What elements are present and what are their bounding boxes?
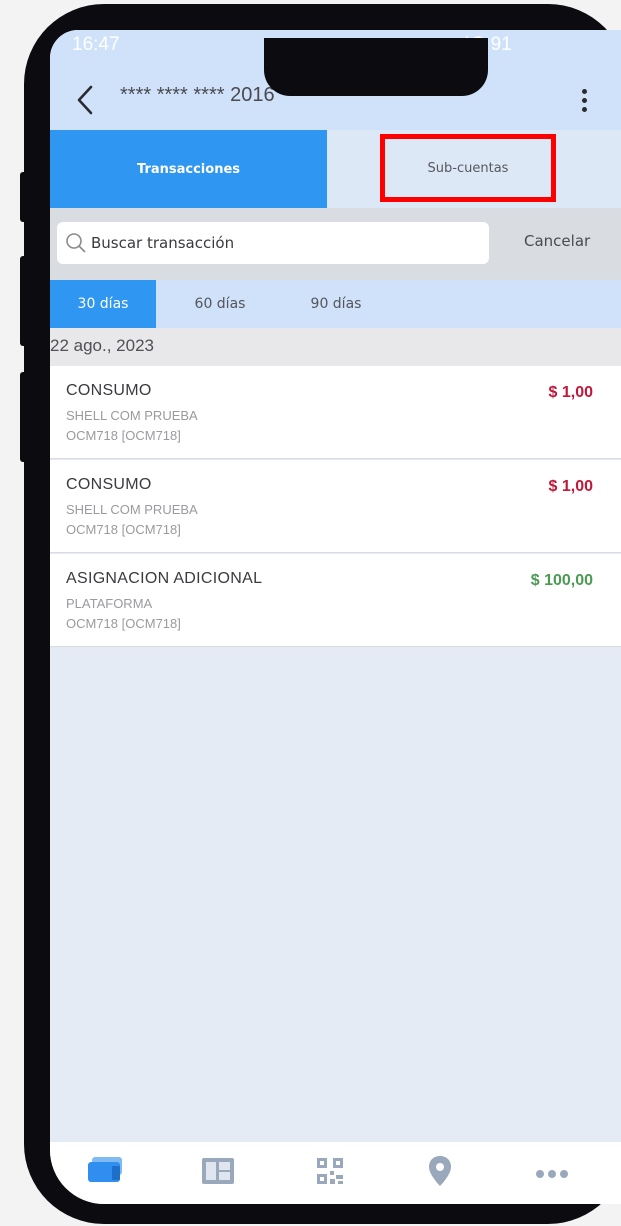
period-30-days[interactable]: 30 días bbox=[50, 280, 156, 328]
nav-statement[interactable] bbox=[188, 1142, 248, 1204]
more-horizontal-icon bbox=[535, 1164, 569, 1183]
phone-notch bbox=[264, 38, 488, 96]
period-90-days[interactable]: 90 días bbox=[294, 280, 378, 328]
date-label: 22 ago., 2023 bbox=[50, 336, 154, 355]
transaction-title: ASIGNACION ADICIONAL bbox=[66, 570, 263, 587]
transaction-title: CONSUMO bbox=[66, 476, 152, 493]
location-pin-icon bbox=[428, 1155, 452, 1191]
transaction-amount: $ 1,00 bbox=[548, 478, 593, 495]
tab-bar: Transacciones Sub-cuentas bbox=[50, 130, 621, 208]
transaction-row[interactable]: CONSUMO SHELL COM PRUEBA OCM718 [OCM718]… bbox=[50, 460, 621, 553]
tab-label: Sub-cuentas bbox=[427, 160, 509, 176]
transaction-title: CONSUMO bbox=[66, 382, 152, 399]
bottom-navigation bbox=[50, 1142, 621, 1204]
transaction-merchant: SHELL COM PRUEBA bbox=[66, 502, 198, 517]
nav-qr[interactable] bbox=[300, 1142, 360, 1204]
transaction-reference: OCM718 [OCM718] bbox=[66, 522, 181, 537]
transaction-amount: $ 1,00 bbox=[548, 384, 593, 401]
transaction-merchant: SHELL COM PRUEBA bbox=[66, 408, 198, 423]
search-box[interactable] bbox=[57, 222, 489, 264]
date-group-header: 22 ago., 2023 bbox=[50, 328, 621, 366]
tab-label: Transacciones bbox=[137, 161, 240, 177]
page-title: **** **** **** 2016 bbox=[120, 84, 275, 106]
qr-code-icon bbox=[316, 1157, 344, 1189]
tab-transacciones[interactable]: Transacciones bbox=[50, 130, 327, 208]
more-vertical-icon[interactable] bbox=[572, 82, 596, 118]
chevron-left-icon[interactable] bbox=[70, 82, 100, 118]
nav-locations[interactable] bbox=[410, 1142, 470, 1204]
transaction-reference: OCM718 [OCM718] bbox=[66, 616, 181, 631]
nav-more[interactable] bbox=[522, 1142, 582, 1204]
transaction-row[interactable]: ASIGNACION ADICIONAL PLATAFORMA OCM718 [… bbox=[50, 554, 621, 647]
transaction-row[interactable]: CONSUMO SHELL COM PRUEBA OCM718 [OCM718]… bbox=[50, 366, 621, 459]
cancel-button[interactable]: Cancelar bbox=[524, 232, 590, 250]
search-input[interactable] bbox=[91, 234, 471, 252]
search-icon bbox=[65, 232, 87, 254]
transaction-reference: OCM718 [OCM718] bbox=[66, 428, 181, 443]
period-filter: 30 días 60 días 90 días bbox=[50, 280, 621, 328]
tab-sub-cuentas[interactable]: Sub-cuentas bbox=[380, 134, 556, 202]
status-time: 16:47 bbox=[72, 34, 120, 55]
period-60-days[interactable]: 60 días bbox=[178, 280, 262, 328]
transaction-amount: $ 100,00 bbox=[530, 572, 593, 589]
cards-icon bbox=[86, 1156, 126, 1190]
statement-icon bbox=[201, 1157, 235, 1189]
app-screen: 16:47 4G 91 **** **** **** 2016 Transacc… bbox=[50, 30, 621, 1204]
search-bar: Cancelar bbox=[50, 208, 621, 280]
transaction-merchant: PLATAFORMA bbox=[66, 596, 153, 611]
nav-cards[interactable] bbox=[76, 1142, 136, 1204]
